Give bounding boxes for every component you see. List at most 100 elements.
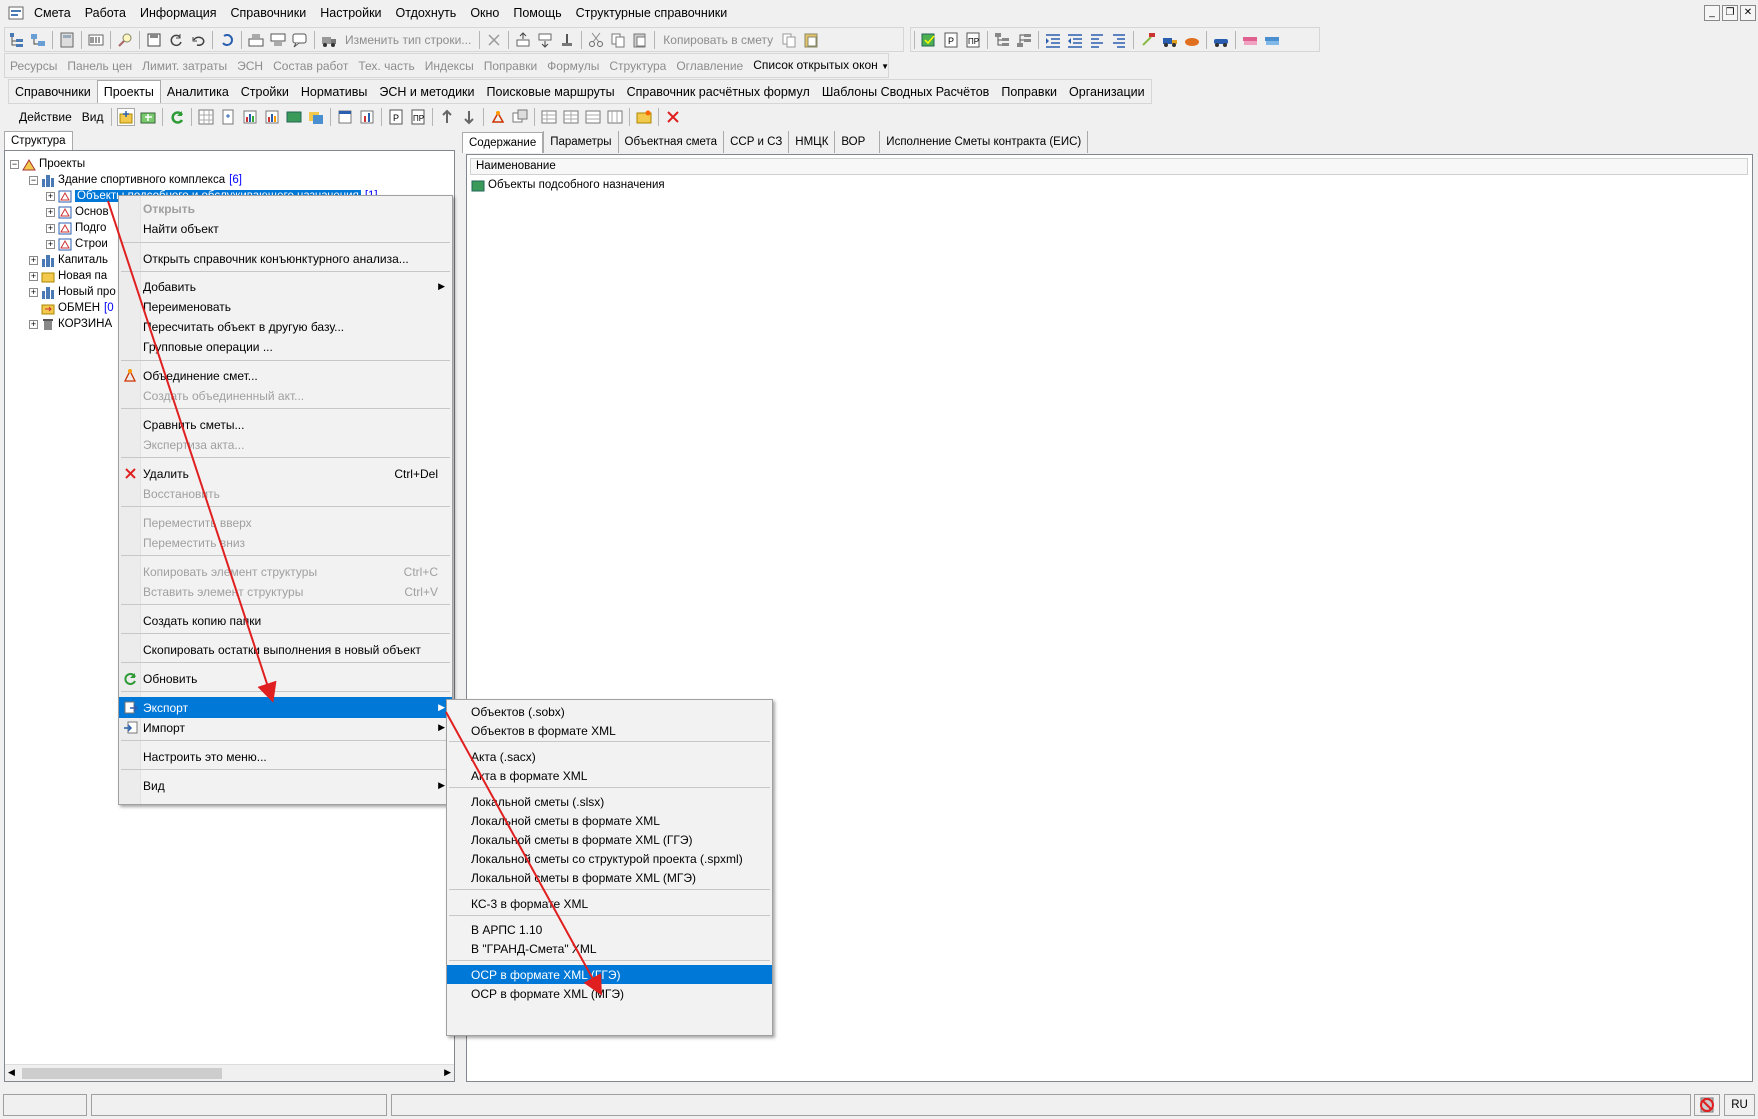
close-button[interactable]: ✕ bbox=[1740, 5, 1756, 21]
book-check-icon[interactable] bbox=[920, 31, 938, 49]
structure-button[interactable]: Структура bbox=[604, 55, 671, 77]
context-menu-item[interactable]: Вставить элемент структуры Ctrl+V bbox=[119, 581, 452, 602]
tree-node-trash[interactable]: + КОРЗИНА bbox=[29, 316, 112, 332]
context-menu-item[interactable]: Скопировать остатки выполнения в новый о… bbox=[119, 639, 452, 660]
tab-references[interactable]: Справочники bbox=[9, 80, 97, 104]
column-header-name[interactable]: Наименование bbox=[470, 158, 1748, 175]
view-menu[interactable]: Вид bbox=[77, 106, 109, 128]
folder-star-icon[interactable] bbox=[635, 108, 653, 126]
network-status-icon[interactable] bbox=[1694, 1094, 1720, 1116]
context-menu-item[interactable]: Импорт ▶ bbox=[119, 717, 452, 738]
open-windows-dropdown[interactable]: Список открытых окон ▼ bbox=[748, 54, 894, 78]
scroll-left-icon[interactable]: ◀ bbox=[8, 1067, 15, 1078]
context-menu-item[interactable]: Переместить вверх bbox=[119, 512, 452, 533]
insert-row-icon[interactable] bbox=[247, 31, 265, 49]
export-menu-item[interactable]: Локальной сметы в формате XML (ГГЭ) bbox=[447, 830, 772, 849]
context-menu-item[interactable]: Копировать элемент структуры Ctrl+C bbox=[119, 561, 452, 582]
doc-add-icon[interactable] bbox=[219, 108, 237, 126]
minimize-button[interactable]: _ bbox=[1704, 5, 1720, 21]
new-folder-icon[interactable] bbox=[117, 108, 136, 126]
book-icon[interactable] bbox=[285, 108, 303, 126]
copy-icon[interactable] bbox=[609, 31, 627, 49]
tree-node-new-folder[interactable]: + Новая па bbox=[29, 268, 107, 284]
indexes-button[interactable]: Индексы bbox=[420, 55, 479, 77]
cut-icon[interactable] bbox=[587, 31, 605, 49]
tab-search-routes[interactable]: Поисковые маршруты bbox=[481, 80, 621, 104]
export-menu-item[interactable]: В "ГРАНД-Смета" XML bbox=[447, 939, 772, 958]
context-menu-item[interactable]: Экспорт ▶ bbox=[119, 697, 452, 718]
books-pink-icon[interactable] bbox=[1241, 31, 1259, 49]
clear-icon[interactable] bbox=[485, 31, 503, 49]
align-right-icon[interactable] bbox=[1110, 31, 1128, 49]
scrollbar-thumb[interactable] bbox=[22, 1068, 222, 1079]
doc-pr-action-icon[interactable]: ПР bbox=[409, 108, 427, 126]
doc-r-icon[interactable]: Р bbox=[942, 31, 960, 49]
grid-icon[interactable] bbox=[197, 108, 215, 126]
menu-settings[interactable]: Настройки bbox=[313, 0, 388, 27]
menu-smeta[interactable]: Смета bbox=[27, 0, 78, 27]
context-menu-item[interactable]: Переименовать bbox=[119, 296, 452, 317]
chart-doc-icon[interactable] bbox=[241, 108, 259, 126]
tree-node-child[interactable]: + Основ bbox=[46, 204, 109, 220]
expand-toggle[interactable]: + bbox=[29, 271, 38, 281]
tab-parameters[interactable]: Параметры bbox=[543, 131, 617, 153]
copy-structure-icon[interactable] bbox=[511, 108, 529, 126]
tab-organizations[interactable]: Организации bbox=[1063, 80, 1151, 104]
chart-small-icon[interactable] bbox=[358, 108, 376, 126]
arrow-down-icon[interactable] bbox=[460, 108, 478, 126]
context-menu-item[interactable]: Открыть bbox=[119, 198, 452, 219]
book-multi-icon[interactable] bbox=[307, 108, 325, 126]
price-panel-button[interactable]: Панель цен bbox=[62, 55, 137, 77]
tree-node-new-project[interactable]: + Новый про bbox=[29, 284, 116, 300]
collapse-toggle[interactable]: − bbox=[10, 159, 19, 169]
tab-contract-execution[interactable]: Исполнение Сметы контракта (ЕИС) bbox=[879, 131, 1089, 153]
context-menu-item[interactable]: Пересчитать объект в другую базу... bbox=[119, 316, 452, 337]
menu-help[interactable]: Помощь bbox=[506, 0, 568, 27]
expand-toggle[interactable]: + bbox=[29, 287, 38, 297]
formulas-button[interactable]: Формулы bbox=[542, 55, 604, 77]
expand-toggle[interactable]: + bbox=[29, 255, 38, 265]
expand-toggle[interactable]: + bbox=[46, 207, 55, 217]
expand-toggle[interactable]: + bbox=[46, 223, 55, 233]
app-icon[interactable] bbox=[8, 6, 24, 20]
calculator-icon[interactable] bbox=[58, 31, 76, 49]
menu-references[interactable]: Справочники bbox=[224, 0, 314, 27]
context-menu-item[interactable]: Восстановить bbox=[119, 483, 452, 504]
context-menu-item[interactable]: Открыть справочник конъюнктурного анализ… bbox=[119, 248, 452, 269]
table-link-icon[interactable] bbox=[606, 108, 624, 126]
export-menu-item[interactable]: Локальной сметы в формате XML bbox=[447, 811, 772, 830]
tab-nmck[interactable]: НМЦК bbox=[788, 131, 834, 153]
table-edit-icon[interactable] bbox=[562, 108, 580, 126]
tab-esn-methods[interactable]: ЭСН и методики bbox=[373, 80, 480, 104]
menu-structural-refs[interactable]: Структурные справочники bbox=[569, 0, 735, 27]
tab-structure[interactable]: Структура bbox=[4, 131, 73, 150]
undo-icon[interactable] bbox=[189, 31, 207, 49]
tree-move-icon[interactable] bbox=[29, 31, 47, 49]
doc-pr-icon[interactable]: ПР bbox=[964, 31, 982, 49]
tab-object-estimate[interactable]: Объектная смета bbox=[617, 131, 724, 153]
reload-icon[interactable] bbox=[167, 31, 185, 49]
corrections-button[interactable]: Поправки bbox=[479, 55, 542, 77]
context-menu-item[interactable]: Переместить вниз bbox=[119, 532, 452, 553]
language-indicator[interactable]: RU bbox=[1724, 1094, 1755, 1116]
tree-node-child[interactable]: + Строи bbox=[46, 236, 108, 252]
context-menu-item[interactable]: Обновить bbox=[119, 668, 452, 689]
tree-down-icon[interactable] bbox=[993, 31, 1011, 49]
expand-toggle[interactable]: + bbox=[29, 319, 38, 329]
align-left-icon[interactable] bbox=[1088, 31, 1106, 49]
cloud-icon[interactable] bbox=[1183, 31, 1201, 49]
new-folder-green-icon[interactable] bbox=[139, 108, 157, 126]
tab-normatives[interactable]: Нормативы bbox=[295, 80, 374, 104]
tab-ssr[interactable]: ССР и СЗ bbox=[723, 131, 788, 153]
horizontal-scrollbar[interactable]: ◀ ▶ bbox=[5, 1064, 454, 1081]
truck-icon[interactable] bbox=[320, 31, 338, 49]
tree-add-icon[interactable] bbox=[7, 31, 25, 49]
scroll-right-icon[interactable]: ▶ bbox=[444, 1067, 451, 1078]
delete-toolbar-icon[interactable] bbox=[664, 108, 682, 126]
collapse-toggle[interactable]: − bbox=[29, 175, 38, 185]
menu-rest[interactable]: Отдохнуть bbox=[389, 0, 464, 27]
paste-icon[interactable] bbox=[631, 31, 649, 49]
car-icon[interactable] bbox=[1212, 31, 1230, 49]
context-menu-item[interactable]: Найти объект bbox=[119, 218, 452, 239]
export-menu-item[interactable]: Локальной сметы (.slsx) bbox=[447, 792, 772, 811]
